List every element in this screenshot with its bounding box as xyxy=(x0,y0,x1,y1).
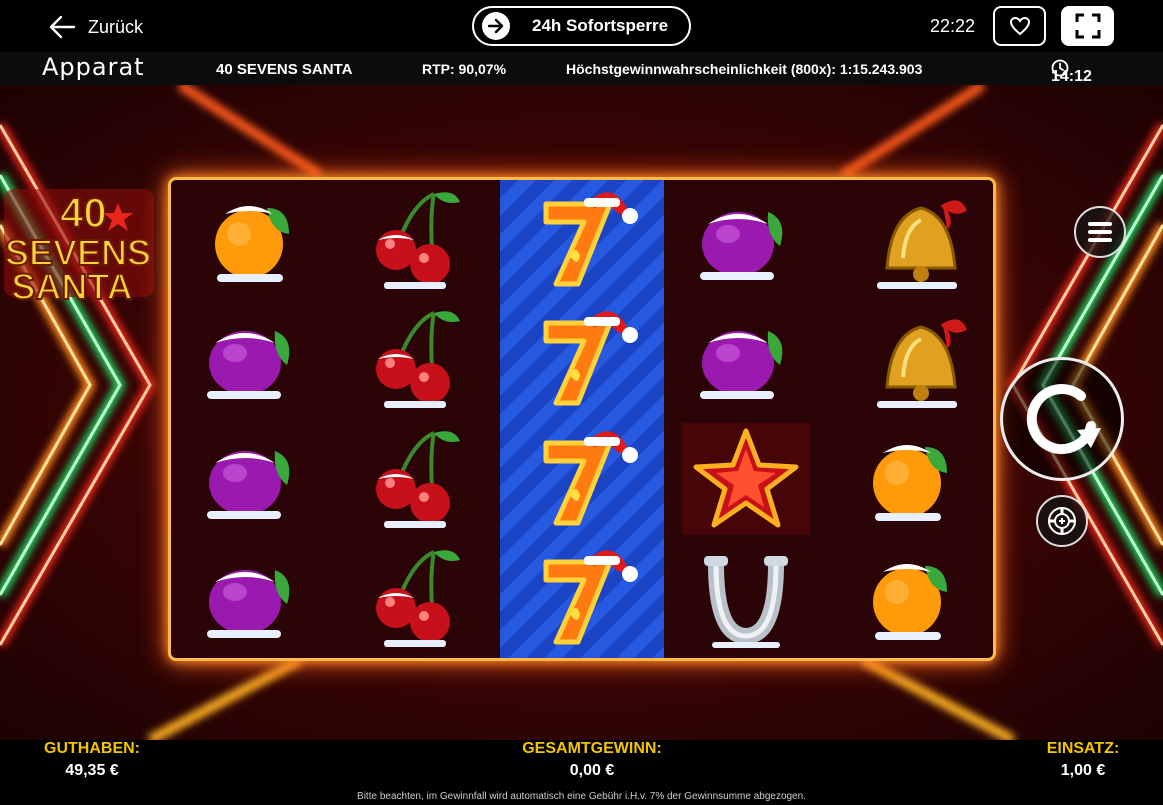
symbol-plum[interactable] xyxy=(171,300,335,420)
game-info-bar: Apparat 40 SEVENS SANTA RTP: 90,07% Höch… xyxy=(0,52,1163,85)
session-timer-value: 14:12 xyxy=(1051,68,1092,85)
game-logo: 40 SEVENS SANTA xyxy=(0,183,166,313)
balance-label: GUTHABEN: xyxy=(44,740,140,757)
reel-1 xyxy=(171,180,335,658)
bell-icon xyxy=(876,200,967,289)
orange-icon xyxy=(215,205,290,282)
reel-grid[interactable] xyxy=(168,177,996,661)
back-button[interactable]: Zurück xyxy=(48,12,143,42)
seven-icon xyxy=(543,311,639,406)
symbol-cherry[interactable] xyxy=(335,180,499,300)
seven-icon xyxy=(543,192,639,287)
arrow-right-icon xyxy=(482,12,510,40)
symbol-plum[interactable] xyxy=(171,419,335,539)
rtp-value: RTP: 90,07% xyxy=(422,61,507,77)
favorite-button[interactable] xyxy=(993,6,1046,46)
menu-icon xyxy=(1088,222,1112,242)
symbol-seven[interactable] xyxy=(500,300,664,420)
symbol-plum[interactable] xyxy=(171,539,335,659)
cherry-icon xyxy=(375,430,460,528)
symbol-orange[interactable] xyxy=(829,539,993,659)
bet-chip-icon xyxy=(1048,507,1076,535)
max-win-probability: Höchstgewinnwahrscheinlichkeit (800x): 1… xyxy=(566,61,923,77)
game-stage: 40 SEVENS SANTA xyxy=(0,85,1163,740)
symbol-horseshoe[interactable] xyxy=(664,539,828,659)
total-win-label: GESAMTGEWINN: xyxy=(522,740,662,757)
cherry-icon xyxy=(375,550,460,648)
arrow-left-icon xyxy=(49,15,76,39)
bet-settings-button[interactable] xyxy=(1036,495,1088,547)
total-win-display: GESAMTGEWINN: 0,00 € xyxy=(510,740,674,780)
bottom-bar: GUTHABEN: 49,35 € GESAMTGEWINN: 0,00 € E… xyxy=(0,740,1163,805)
symbol-plum[interactable] xyxy=(664,300,828,420)
fullscreen-button[interactable] xyxy=(1061,6,1114,46)
plum-icon xyxy=(207,331,290,400)
brand-logo: Apparat xyxy=(42,53,145,81)
star-icon xyxy=(682,422,811,535)
reel-2 xyxy=(335,180,499,658)
logo-line-1: 40 xyxy=(60,189,107,236)
block-24h-label: 24h Sofortsperre xyxy=(532,16,669,35)
bet-label: EINSATZ: xyxy=(1046,740,1120,757)
top-bar: Zurück 24h Sofortsperre 22:22 xyxy=(0,0,1163,52)
orange-icon xyxy=(872,564,947,641)
seven-icon xyxy=(543,431,639,526)
cherry-icon xyxy=(375,191,460,289)
symbol-orange[interactable] xyxy=(171,180,335,300)
symbol-cherry[interactable] xyxy=(335,419,499,539)
reel-3 xyxy=(499,180,665,659)
total-win-value: 0,00 € xyxy=(569,762,615,779)
plum-icon xyxy=(700,331,783,400)
game-name: 40 SEVENS SANTA xyxy=(216,61,353,78)
cherry-icon xyxy=(375,311,460,409)
bet-value: 1,00 € xyxy=(1060,762,1106,779)
symbol-cherry[interactable] xyxy=(335,300,499,420)
back-label: Zurück xyxy=(88,16,144,37)
orange-icon xyxy=(872,444,947,521)
symbol-seven[interactable] xyxy=(500,539,664,659)
symbol-orange[interactable] xyxy=(829,419,993,539)
bell-icon xyxy=(876,319,967,409)
reel-5 xyxy=(829,180,993,658)
symbol-bell[interactable] xyxy=(829,180,993,300)
session-timer: 14:12 xyxy=(1051,59,1092,85)
clock-time: 22:22 xyxy=(930,16,976,36)
balance-value: 49,35 € xyxy=(65,762,119,779)
fee-disclaimer: Bitte beachten, im Gewinnfall wird autom… xyxy=(357,791,806,802)
spin-icon xyxy=(1026,384,1101,455)
spin-button[interactable] xyxy=(1000,357,1124,481)
reel-4 xyxy=(664,180,828,658)
plum-icon xyxy=(207,450,290,519)
plum-icon xyxy=(700,211,783,280)
bet-display[interactable]: EINSATZ: 1,00 € xyxy=(1040,740,1126,780)
plum-icon xyxy=(207,570,290,639)
symbol-star[interactable] xyxy=(664,419,828,539)
horseshoe-icon xyxy=(704,556,789,649)
symbol-bell[interactable] xyxy=(829,300,993,420)
symbol-plum[interactable] xyxy=(664,180,828,300)
symbol-cherry[interactable] xyxy=(335,539,499,659)
seven-icon xyxy=(543,550,639,645)
balance-display: GUTHABEN: 49,35 € xyxy=(40,740,144,780)
fullscreen-icon xyxy=(1075,13,1100,39)
symbol-seven[interactable] xyxy=(500,180,664,300)
menu-button[interactable] xyxy=(1074,206,1126,258)
logo-line-3: SANTA xyxy=(11,266,132,307)
symbol-seven[interactable] xyxy=(500,419,664,539)
block-24h-button[interactable]: 24h Sofortsperre xyxy=(472,6,691,46)
heart-icon xyxy=(1009,16,1030,36)
